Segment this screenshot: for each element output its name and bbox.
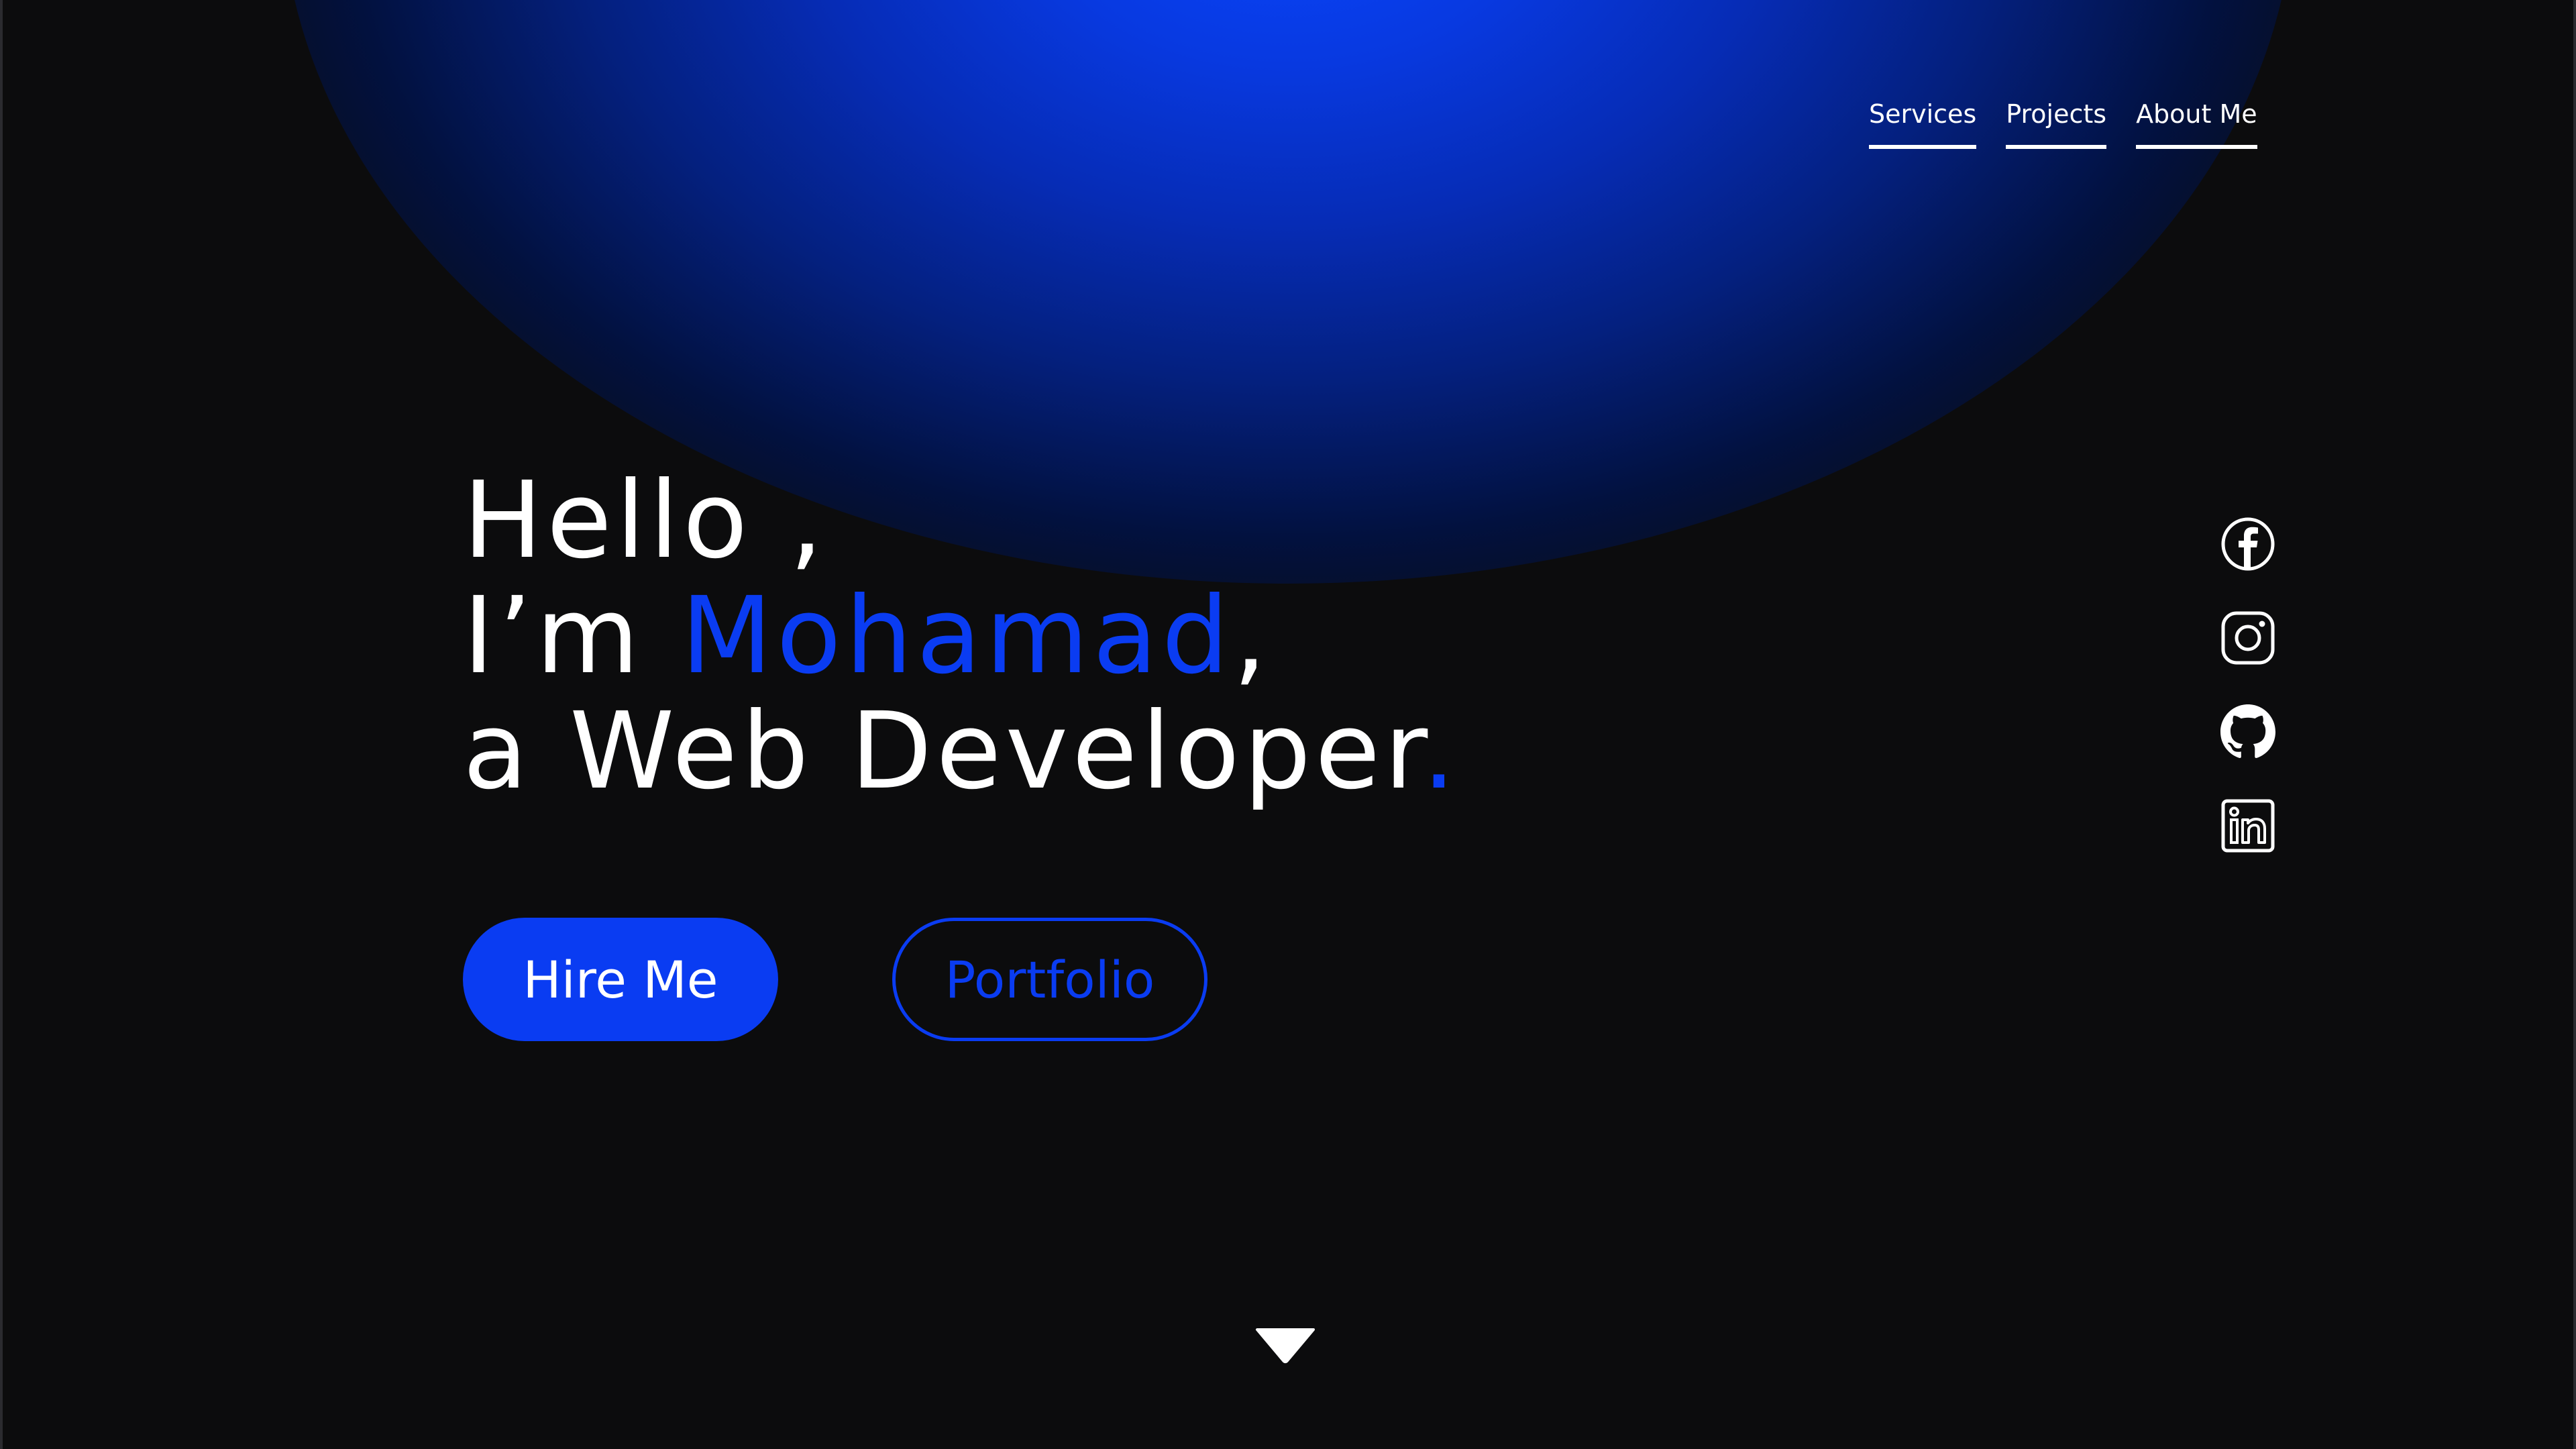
nav-link-services[interactable]: Services xyxy=(1869,99,1977,149)
left-edge xyxy=(0,0,3,1449)
hire-me-button[interactable]: Hire Me xyxy=(463,918,778,1041)
hero-name-prefix: I’m xyxy=(463,574,681,698)
nav-link-about-me[interactable]: About Me xyxy=(2136,99,2257,149)
top-navigation: Services Projects About Me xyxy=(1869,99,2257,149)
social-links xyxy=(2220,517,2275,853)
github-icon[interactable] xyxy=(2220,704,2275,759)
right-edge xyxy=(2573,0,2576,1449)
nav-link-projects[interactable]: Projects xyxy=(2006,99,2107,149)
hero-heading: Hello , I’m Mohamad, a Web Developer. xyxy=(463,463,1460,809)
hero-role-line: a Web Developer. xyxy=(463,694,1460,809)
landing-page: Services Projects About Me Hello , I’m M… xyxy=(0,0,2576,1449)
portfolio-button[interactable]: Portfolio xyxy=(892,918,1208,1041)
linkedin-icon[interactable] xyxy=(2220,798,2275,853)
hero-role: a Web Developer xyxy=(463,690,1422,813)
hero-role-dot: . xyxy=(1421,690,1460,813)
hero-name-line: I’m Mohamad, xyxy=(463,578,1460,694)
facebook-icon[interactable] xyxy=(2220,517,2275,572)
instagram-icon[interactable] xyxy=(2220,610,2275,665)
hero-greeting: Hello , xyxy=(463,459,827,582)
hero-name: Mohamad xyxy=(680,574,1233,698)
hero-name-suffix: , xyxy=(1232,574,1271,698)
scroll-down-arrow-icon[interactable] xyxy=(1254,1327,1316,1364)
